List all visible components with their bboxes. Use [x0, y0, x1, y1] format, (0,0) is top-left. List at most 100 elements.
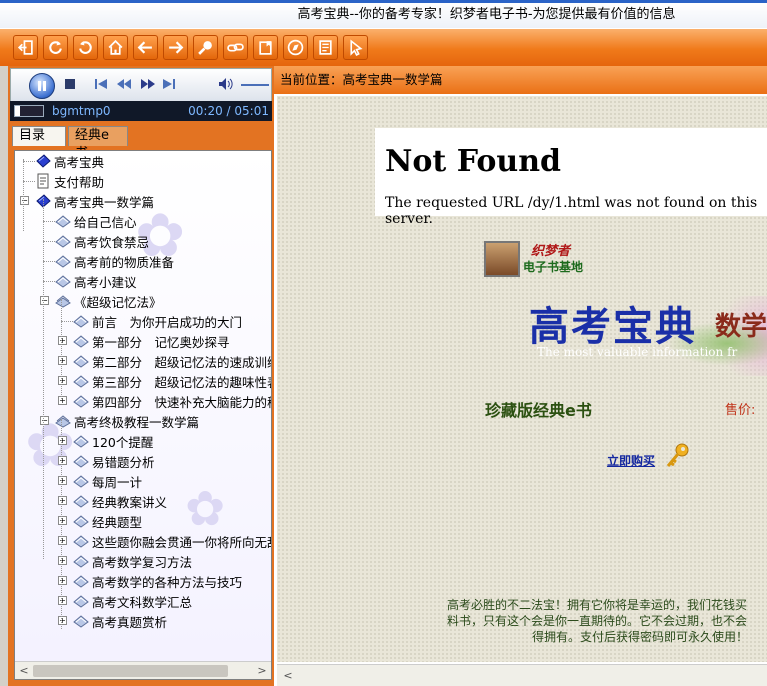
collapse-toggle[interactable]: − [40, 416, 49, 425]
scroll-left-arrow-icon[interactable]: < [15, 662, 33, 679]
tree-node[interactable]: 给自己信心 [55, 211, 137, 231]
key-icon [663, 442, 691, 473]
expand-toggle[interactable]: + [58, 436, 67, 445]
buy-now-link[interactable]: 立即购买 [607, 452, 655, 469]
tree-connector [43, 241, 55, 242]
collapse-toggle[interactable]: − [20, 196, 29, 205]
forward-button[interactable] [163, 35, 188, 60]
compass-button[interactable] [283, 35, 308, 60]
player-status-bar: bgmtmp0 00:20 / 05:01 [10, 101, 272, 121]
expand-toggle[interactable]: + [58, 336, 67, 345]
home-button[interactable] [103, 35, 128, 60]
tree-node[interactable]: 易错题分析 [73, 451, 155, 471]
scrollbar-thumb[interactable] [33, 665, 228, 677]
tree-horizontal-scrollbar[interactable]: < > [15, 661, 271, 679]
tree-node[interactable]: 高考饮食禁忌 [55, 231, 149, 251]
content-horizontal-scrollbar[interactable]: < [277, 664, 767, 686]
stop-button[interactable] [65, 79, 75, 89]
tree-node[interactable]: 经典题型 [73, 511, 142, 531]
volume-slider[interactable] [241, 84, 269, 86]
expand-toggle[interactable]: + [58, 476, 67, 485]
notes-button[interactable] [313, 35, 338, 60]
tree-node[interactable]: 高考小建议 [55, 271, 137, 291]
tree-node[interactable]: 第四部分 快速补充大脑能力的秘诀 [73, 391, 271, 411]
tree-node[interactable]: 高考宝典 [35, 151, 104, 171]
tree-node[interactable]: 第一部分 记忆奥妙探寻 [73, 331, 230, 351]
expand-toggle[interactable]: + [58, 596, 67, 605]
next-track-button[interactable] [163, 79, 175, 89]
open-book-icon [55, 293, 71, 309]
expand-toggle[interactable]: + [58, 536, 67, 545]
pause-icon [38, 81, 46, 91]
level-meter [14, 105, 44, 117]
error-title: Not Found [385, 144, 562, 179]
error-message: The requested URL /dy/1.html was not fou… [385, 195, 758, 227]
expand-toggle[interactable]: + [58, 496, 67, 505]
rewind-button[interactable] [117, 79, 131, 89]
tree-node[interactable]: 120个提醒 [73, 431, 153, 451]
error-box: Not Found The requested URL /dy/1.html w… [375, 128, 767, 227]
brand-name: 织梦者 [531, 244, 571, 259]
track-name: bgmtmp0 [52, 104, 111, 118]
tree-node[interactable]: 经典教案讲义 [73, 491, 167, 511]
tab-strip: 目录 经典e书 [10, 124, 272, 161]
expand-toggle[interactable]: + [58, 516, 67, 525]
scroll-right-arrow-icon[interactable]: > [253, 662, 271, 679]
expand-toggle[interactable]: + [58, 356, 67, 365]
search-icon [198, 41, 212, 55]
pointer-icon [350, 39, 363, 56]
book-icon [35, 153, 51, 169]
bookmark-button[interactable] [253, 35, 278, 60]
tree-node[interactable]: 高考文科数学汇总 [73, 591, 192, 611]
tab-ebook[interactable]: 经典e书 [68, 126, 128, 161]
tree-node-label: 给自己信心 [74, 214, 137, 230]
window-title: 高考宝典--你的备考专家！织梦者电子书-为您提供最有价值的信息 [297, 7, 676, 22]
tree-node[interactable]: 高考数学的各种方法与技巧 [73, 571, 242, 591]
tree-node[interactable]: 支付帮助 [35, 171, 104, 191]
expand-toggle[interactable]: + [58, 556, 67, 565]
main-toolbar [0, 28, 767, 66]
refresh-button[interactable] [43, 35, 68, 60]
collapse-toggle[interactable]: − [40, 296, 49, 305]
tab-contents[interactable]: 目录 [12, 126, 66, 146]
scroll-left-arrow-icon[interactable]: < [279, 667, 297, 685]
tree-node[interactable]: 高考数学复习方法 [73, 551, 192, 571]
exit-icon [17, 40, 33, 55]
tree-node[interactable]: 第三部分 超级记忆法的趣味性表现 [73, 371, 271, 391]
tree-connector [23, 181, 35, 182]
tree-node[interactable]: 这些题你融会贯通一你将所向无敌 [73, 531, 271, 551]
pointer-button[interactable] [343, 35, 368, 60]
undo-icon [79, 41, 92, 54]
volume-button[interactable] [219, 78, 235, 90]
home-icon [108, 39, 123, 55]
exit-button[interactable] [13, 35, 38, 60]
search-button[interactable] [193, 35, 218, 60]
expand-toggle[interactable]: + [58, 396, 67, 405]
tree-node-label: 高考饮食禁忌 [74, 234, 150, 250]
stop-icon [65, 79, 75, 89]
tree-node[interactable]: 《超级记忆法》 [55, 291, 162, 311]
expand-toggle[interactable]: + [58, 456, 67, 465]
back-button[interactable] [133, 35, 158, 60]
tree-node[interactable]: 高考真题赏析 [73, 611, 167, 631]
tree-node[interactable]: 高考宝典一数学篇 [35, 191, 154, 211]
price-label: 售价: [725, 403, 756, 418]
tree-node[interactable]: 前言 为你开启成功的大门 [73, 311, 242, 331]
fast-forward-button[interactable] [141, 79, 155, 89]
bookmark-icon [259, 41, 272, 55]
tree-node[interactable]: 高考前的物质准备 [55, 251, 174, 271]
expand-toggle[interactable]: + [58, 576, 67, 585]
tree-node[interactable]: 每周一计 [73, 471, 142, 491]
pause-button[interactable] [29, 73, 55, 99]
promo-line-2: 料书，只有这个会是你一直期待的。它不会过期，也不会 [447, 614, 748, 628]
closed-book-icon [73, 553, 89, 569]
previous-track-button[interactable] [95, 79, 107, 89]
tree-node[interactable]: 高考终极教程一数学篇 [55, 411, 199, 431]
content-panel: 当前位置：高考宝典一数学篇 Not Found The requested UR… [274, 66, 767, 686]
link-button[interactable] [223, 35, 248, 60]
tree-node[interactable]: 第二部分 超级记忆法的速成训练 [73, 351, 272, 371]
expand-toggle[interactable]: + [58, 616, 67, 625]
tree-node-label: 第二部分 超级记忆法的速成训练 [92, 354, 272, 370]
expand-toggle[interactable]: + [58, 376, 67, 385]
undo-button[interactable] [73, 35, 98, 60]
